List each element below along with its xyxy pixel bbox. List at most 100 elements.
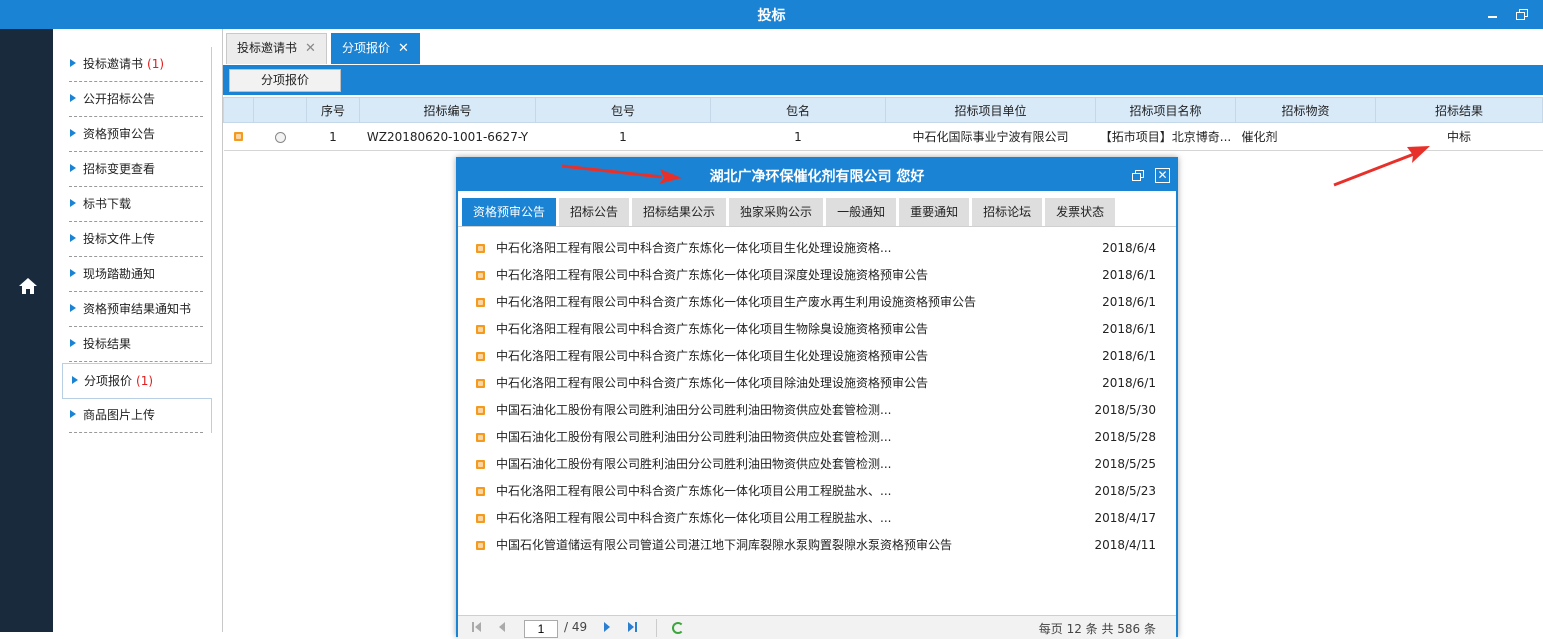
sidebar-item-count: (1) <box>136 374 154 388</box>
minimize-icon[interactable] <box>1485 6 1501 22</box>
notice-title[interactable]: 中国石化管道储运有限公司管道公司湛江地下洞库裂隙水泵购置裂隙水泵资格预审公告 <box>496 532 952 559</box>
notice-date: 2018/6/1 <box>1102 322 1156 336</box>
new-badge-icon <box>476 352 485 361</box>
new-badge-icon <box>476 298 485 307</box>
list-item[interactable]: 中石化洛阳工程有限公司中科合资广东炼化一体化项目生化处理设施资格... 2018/… <box>476 235 1156 262</box>
list-item[interactable]: 中石化洛阳工程有限公司中科合资广东炼化一体化项目除油处理设施资格预审公告 2018… <box>476 370 1156 397</box>
notice-title[interactable]: 中国石油化工股份有限公司胜利油田分公司胜利油田物资供应处套管检测... <box>496 451 891 478</box>
first-page-icon[interactable] <box>472 622 482 632</box>
row-radio[interactable] <box>274 131 286 143</box>
page-number-input[interactable] <box>524 620 558 638</box>
column-header-pkg-name: 包名 <box>710 97 886 123</box>
close-icon[interactable]: ✕ <box>398 41 409 56</box>
sidebar-item-site-survey[interactable]: 现场踏勘通知 <box>69 257 203 292</box>
close-icon[interactable]: ✕ <box>305 41 316 56</box>
column-header-material: 招标物资 <box>1235 97 1376 123</box>
notice-date: 2018/6/1 <box>1102 376 1156 390</box>
home-icon[interactable] <box>18 277 38 295</box>
cell-pkg-name: 1 <box>710 122 886 151</box>
column-header-project: 招标项目名称 <box>1095 97 1236 123</box>
notice-date: 2018/5/23 <box>1094 484 1156 498</box>
row-select-cell[interactable] <box>253 122 307 151</box>
notice-title[interactable]: 中石化洛阳工程有限公司中科合资广东炼化一体化项目生物除臭设施资格预审公告 <box>496 316 928 343</box>
notice-title[interactable]: 中石化洛阳工程有限公司中科合资广东炼化一体化项目公用工程脱盐水、... <box>496 505 891 532</box>
sidebar-item-label: 分项报价 <box>84 374 133 388</box>
next-page-icon[interactable] <box>602 622 612 632</box>
new-badge-icon <box>476 487 485 496</box>
sidebar-item-prequal-notice[interactable]: 资格预审公告 <box>69 117 203 152</box>
sidebar-item-label: 投标文件上传 <box>83 232 156 246</box>
itemized-quote-button[interactable]: 分项报价 <box>229 69 341 92</box>
notice-date: 2018/6/1 <box>1102 349 1156 363</box>
sidebar-item-label: 公开招标公告 <box>83 92 156 106</box>
notice-title[interactable]: 中石化洛阳工程有限公司中科合资广东炼化一体化项目深度处理设施资格预审公告 <box>496 262 928 289</box>
notice-date: 2018/5/30 <box>1094 403 1156 417</box>
list-item[interactable]: 中石化洛阳工程有限公司中科合资广东炼化一体化项目深度处理设施资格预审公告 2018… <box>476 262 1156 289</box>
sidebar-item-label: 投标邀请书 <box>83 57 144 71</box>
tab-forum[interactable]: 招标论坛 <box>972 198 1043 226</box>
column-header-result: 招标结果 <box>1375 97 1543 123</box>
cell-pkg-no: 1 <box>535 122 711 151</box>
notice-date: 2018/4/17 <box>1094 511 1156 525</box>
column-header-unit: 招标项目单位 <box>885 97 1096 123</box>
cell-seq: 1 <box>306 122 360 151</box>
list-item[interactable]: 中国石油化工股份有限公司胜利油田分公司胜利油田物资供应处套管检测... 2018/… <box>476 424 1156 451</box>
sidebar-item-label: 现场踏勘通知 <box>83 267 156 281</box>
notice-date: 2018/4/11 <box>1094 538 1156 552</box>
notice-title[interactable]: 中石化洛阳工程有限公司中科合资广东炼化一体化项目生产废水再生利用设施资格预审公告 <box>496 289 976 316</box>
refresh-icon[interactable] <box>672 622 684 634</box>
dialog-restore-icon[interactable] <box>1130 168 1146 184</box>
sidebar-item-bid-upload[interactable]: 投标文件上传 <box>69 222 203 257</box>
notice-title[interactable]: 中石化洛阳工程有限公司中科合资广东炼化一体化项目生化处理设施资格预审公告 <box>496 343 928 370</box>
list-item[interactable]: 中石化洛阳工程有限公司中科合资广东炼化一体化项目生物除臭设施资格预审公告 2018… <box>476 316 1156 343</box>
new-badge-icon <box>476 514 485 523</box>
dialog-tabs: 资格预审公告 招标公告 招标结果公示 独家采购公示 一般通知 重要通知 招标论坛… <box>462 198 1118 226</box>
list-item[interactable]: 中国石油化工股份有限公司胜利油田分公司胜利油田物资供应处套管检测... 2018/… <box>476 397 1156 424</box>
notice-title[interactable]: 中国石油化工股份有限公司胜利油田分公司胜利油田物资供应处套管检测... <box>496 397 891 424</box>
sidebar-item-product-image[interactable]: 商品图片上传 <box>69 398 203 433</box>
prev-page-icon[interactable] <box>498 622 508 632</box>
sidebar-item-label: 投标结果 <box>83 337 132 351</box>
tab-invitation[interactable]: 投标邀请书 ✕ <box>226 33 327 64</box>
tab-general-notice[interactable]: 一般通知 <box>826 198 897 226</box>
sidebar-item-itemized-quote[interactable]: 分项报价 (1) <box>62 363 212 399</box>
sidebar-item-bid-result[interactable]: 投标结果 <box>69 327 203 362</box>
list-item[interactable]: 中石化洛阳工程有限公司中科合资广东炼化一体化项目公用工程脱盐水、... 2018/… <box>476 478 1156 505</box>
notice-title[interactable]: 中石化洛阳工程有限公司中科合资广东炼化一体化项目公用工程脱盐水、... <box>496 478 891 505</box>
notice-title[interactable]: 中石化洛阳工程有限公司中科合资广东炼化一体化项目生化处理设施资格... <box>496 235 891 262</box>
sidebar-item-invitation[interactable]: 投标邀请书 (1) <box>69 47 203 82</box>
restore-icon[interactable] <box>1514 6 1530 22</box>
column-header-code: 招标编号 <box>359 97 536 123</box>
notice-title[interactable]: 中石化洛阳工程有限公司中科合资广东炼化一体化项目除油处理设施资格预审公告 <box>496 370 928 397</box>
left-nav-bar <box>0 29 53 632</box>
list-item[interactable]: 中石化洛阳工程有限公司中科合资广东炼化一体化项目公用工程脱盐水、... 2018/… <box>476 505 1156 532</box>
column-header-seq: 序号 <box>306 97 360 123</box>
list-item[interactable]: 中石化洛阳工程有限公司中科合资广东炼化一体化项目生产废水再生利用设施资格预审公告… <box>476 289 1156 316</box>
tab-tender-notice[interactable]: 招标公告 <box>559 198 630 226</box>
notice-title[interactable]: 中国石油化工股份有限公司胜利油田分公司胜利油田物资供应处套管检测... <box>496 424 891 451</box>
sidebar-item-public-tender[interactable]: 公开招标公告 <box>69 82 203 117</box>
page-info: 每页 12 条 共 586 条 <box>1038 622 1156 636</box>
sidebar-item-label: 标书下载 <box>83 197 132 211</box>
list-item[interactable]: 中国石油化工股份有限公司胜利油田分公司胜利油田物资供应处套管检测... 2018/… <box>476 451 1156 478</box>
sidebar-border <box>211 399 212 433</box>
sidebar-item-doc-download[interactable]: 标书下载 <box>69 187 203 222</box>
tab-itemized-quote[interactable]: 分项报价 ✕ <box>331 33 420 64</box>
list-item[interactable]: 中国石化管道储运有限公司管道公司湛江地下洞库裂隙水泵购置裂隙水泵资格预审公告 20… <box>476 532 1156 559</box>
list-item[interactable]: 中石化洛阳工程有限公司中科合资广东炼化一体化项目生化处理设施资格预审公告 2018… <box>476 343 1156 370</box>
tab-result-notice[interactable]: 招标结果公示 <box>632 198 727 226</box>
last-page-icon[interactable] <box>628 622 638 632</box>
tab-exclusive-purchase[interactable]: 独家采购公示 <box>729 198 824 226</box>
tab-important-notice[interactable]: 重要通知 <box>899 198 970 226</box>
new-badge-icon <box>476 271 485 280</box>
tab-prequal-notice[interactable]: 资格预审公告 <box>462 198 557 226</box>
pagination-bar: / 49 每页 12 条 共 586 条 <box>458 615 1176 639</box>
sidebar-item-label: 商品图片上传 <box>83 408 156 422</box>
sidebar-item-prequal-result[interactable]: 资格预审结果通知书 <box>69 292 203 327</box>
toolbar: 分项报价 <box>223 65 1543 95</box>
sidebar-item-label: 招标变更查看 <box>83 162 156 176</box>
dialog-close-icon[interactable]: ✕ <box>1155 168 1170 183</box>
sidebar-item-tender-change[interactable]: 招标变更查看 <box>69 152 203 187</box>
tab-invoice-status[interactable]: 发票状态 <box>1045 198 1116 226</box>
sidebar-border <box>211 47 212 363</box>
